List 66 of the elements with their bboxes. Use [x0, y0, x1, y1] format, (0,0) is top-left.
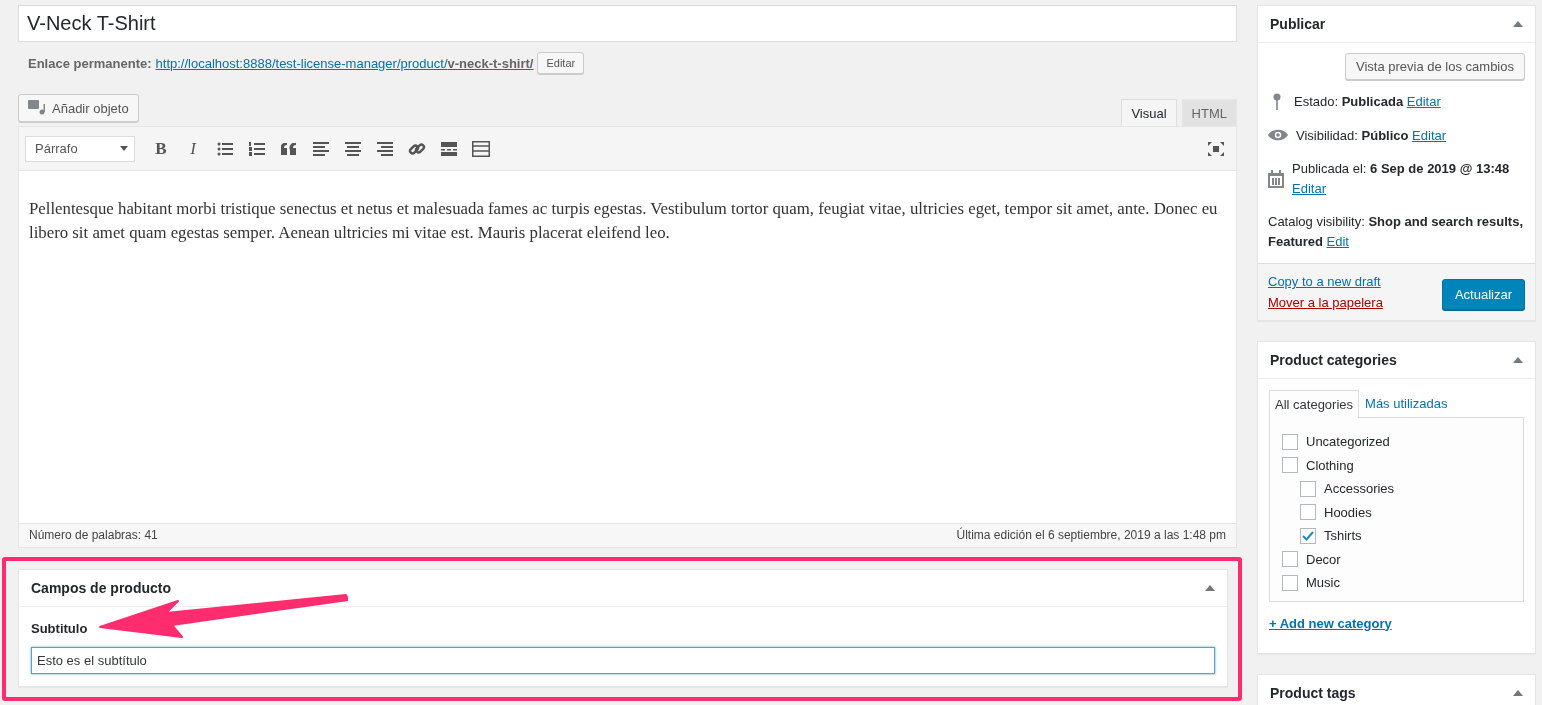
category-label: Accessories: [1324, 481, 1395, 497]
calendar-icon: [1268, 169, 1284, 188]
dropdown-caret-icon: [120, 146, 128, 151]
box-title: Publicar: [1270, 16, 1326, 32]
publish-info: Catalog visibility: Shop and search results, Featured Edit: [1268, 213, 1525, 251]
add-category-link[interactable]: + Add new category: [1269, 615, 1392, 631]
align-right-icon[interactable]: [377, 141, 393, 156]
collapse-arrow-icon[interactable]: [1513, 357, 1523, 363]
box-title: Product tags: [1270, 684, 1356, 701]
editor-tab[interactable]: HTML: [1181, 99, 1237, 126]
trash-link[interactable]: Mover a la papelera: [1268, 295, 1383, 310]
checkbox[interactable]: [1282, 433, 1298, 450]
publish-info: Visibilidad: Público Editar: [1296, 126, 1447, 145]
edit-link[interactable]: Editar: [1406, 94, 1441, 109]
align-center-icon[interactable]: [345, 141, 361, 156]
edit-link[interactable]: Editar: [1292, 180, 1326, 196]
checkbox[interactable]: [1282, 551, 1298, 568]
box-title: Product categories: [1270, 352, 1397, 368]
permalink-link[interactable]: http://localhost:8888/test-license-manager/product/v-neck-t-shirt/: [155, 55, 534, 71]
category-label: Hoodies: [1324, 504, 1372, 520]
category-label: Clothing: [1306, 457, 1354, 473]
category-label: Music: [1306, 575, 1340, 591]
quote-icon[interactable]: [281, 142, 297, 155]
title-field[interactable]: V-Neck T-Shirt: [18, 5, 1237, 42]
checkbox[interactable]: [1300, 480, 1316, 497]
check-icon: [1302, 530, 1314, 541]
numbered-list-icon[interactable]: [249, 141, 265, 156]
last-edit-text: Última edición el 6 septiembre, 2019 a las 1:48 pm: [956, 528, 1226, 543]
edit-link[interactable]: Edit: [1326, 233, 1349, 249]
collapse-arrow-icon[interactable]: [1205, 585, 1215, 591]
bullet-list-icon[interactable]: [217, 141, 233, 156]
checkbox[interactable]: [1282, 457, 1298, 474]
format-select[interactable]: Párrafo: [25, 135, 135, 162]
read-more-icon[interactable]: [441, 141, 457, 156]
toolbar-toggle-icon[interactable]: [472, 140, 490, 157]
editor-content[interactable]: Pellentesque habitant morbi tristique senectus et netus et malesuada fames ac turpis egestas. Vestibulum tortor quam, feugiat vitae, ultricies eget, tempor sit amet, ante. Donec eu libero sit amet quam egestas semper. Aenean ultricies mi vitae est. Mauris placerat eleifend leo.: [19, 171, 1236, 523]
collapse-arrow-icon[interactable]: [1513, 689, 1523, 696]
box-title: Campos de producto: [31, 580, 171, 596]
align-left-icon[interactable]: [313, 141, 329, 156]
category-label: Decor: [1306, 551, 1341, 567]
word-count: Número de palabras: 41: [29, 528, 158, 543]
bold-button[interactable]: B: [147, 134, 175, 163]
checkbox[interactable]: [1300, 527, 1316, 544]
add-media-button[interactable]: Añadir objeto: [18, 94, 139, 122]
checkbox[interactable]: [1300, 504, 1316, 521]
media-icon: [28, 100, 46, 116]
preview-button[interactable]: Vista previa de los cambios: [1345, 53, 1525, 80]
publish-info: Estado: Publicada Editar: [1294, 93, 1441, 111]
copy-draft-link[interactable]: Copy to a new draft: [1268, 274, 1383, 289]
eye-icon: [1268, 128, 1288, 143]
italic-button[interactable]: I: [179, 134, 207, 163]
edit-permalink-button[interactable]: Editar: [537, 52, 585, 74]
permalink-label: Enlace permanente:: [28, 55, 152, 71]
edit-link[interactable]: Editar: [1412, 127, 1447, 143]
checkbox[interactable]: [1282, 574, 1298, 591]
field-label: Subtitulo: [31, 621, 89, 636]
category-label: Uncategorized: [1306, 434, 1390, 450]
update-button[interactable]: Actualizar: [1441, 279, 1525, 310]
fullscreen-icon[interactable]: [1208, 141, 1224, 156]
editor-tab[interactable]: Visual: [1121, 99, 1177, 126]
category-label: Tshirts: [1324, 528, 1362, 544]
category-tab[interactable]: Más utilizadas: [1359, 389, 1454, 417]
category-tab[interactable]: All categories: [1269, 390, 1360, 418]
collapse-arrow-icon[interactable]: [1513, 21, 1523, 27]
publish-info: Publicada el: 6 Sep de 2019 @ 13:48 Editar: [1292, 160, 1511, 198]
subtitle-field[interactable]: Esto es el subtítulo: [31, 647, 1215, 674]
